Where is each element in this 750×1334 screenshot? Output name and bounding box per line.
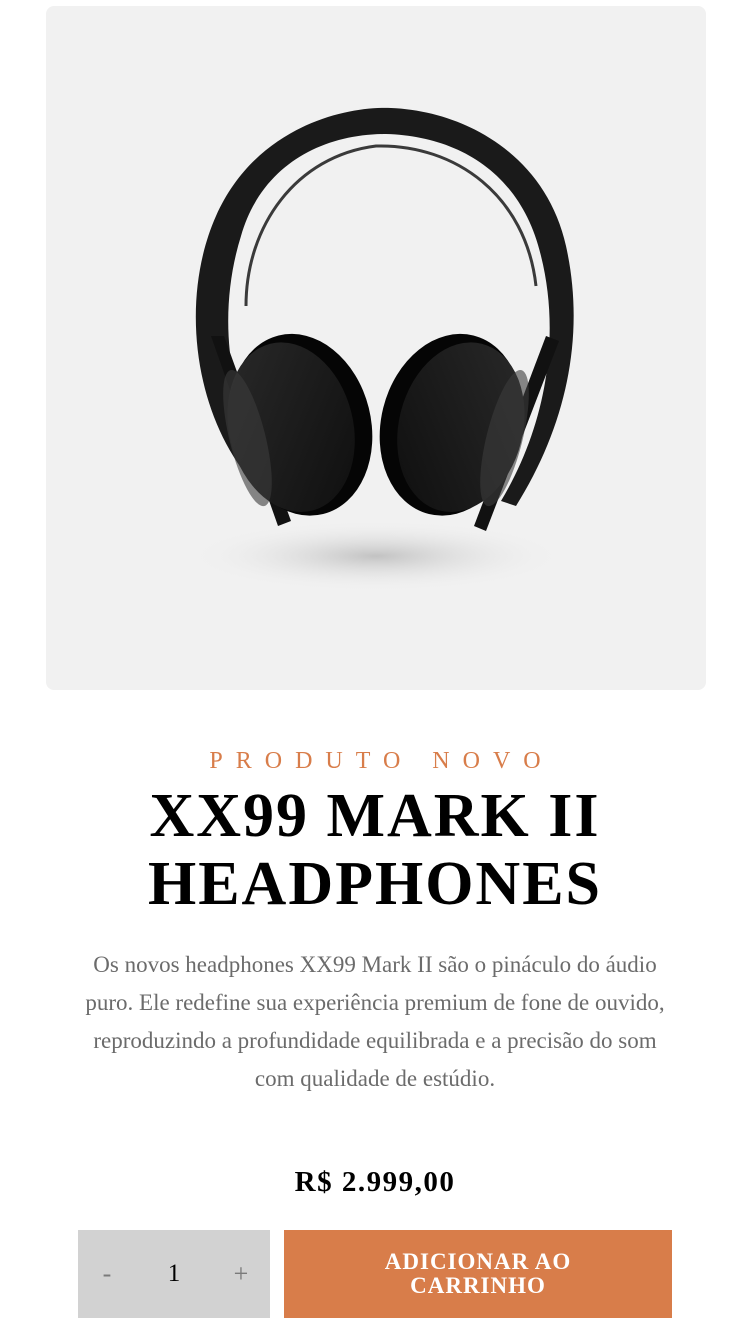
product-description: Os novos headphones XX99 Mark II são o p… bbox=[85, 952, 665, 1091]
quantity-value: 1 bbox=[167, 1260, 181, 1287]
decrement-button[interactable]: - bbox=[78, 1230, 136, 1318]
headphones-illustration bbox=[186, 107, 574, 592]
product-title-line-2: Headphones bbox=[147, 850, 603, 918]
product-image bbox=[46, 6, 706, 690]
product-title: XX99 Mark II Headphones bbox=[0, 782, 750, 918]
add-to-cart-button[interactable]: Adicionar ao carrinho bbox=[284, 1230, 672, 1318]
product-title-line-1: XX99 Mark II bbox=[149, 782, 601, 850]
product-overline: Produto Novo bbox=[209, 748, 554, 774]
quantity-stepper: - 1 + bbox=[78, 1230, 270, 1318]
product-price: R$ 2.999,00 bbox=[294, 1166, 456, 1198]
increment-button[interactable]: + bbox=[212, 1230, 270, 1318]
